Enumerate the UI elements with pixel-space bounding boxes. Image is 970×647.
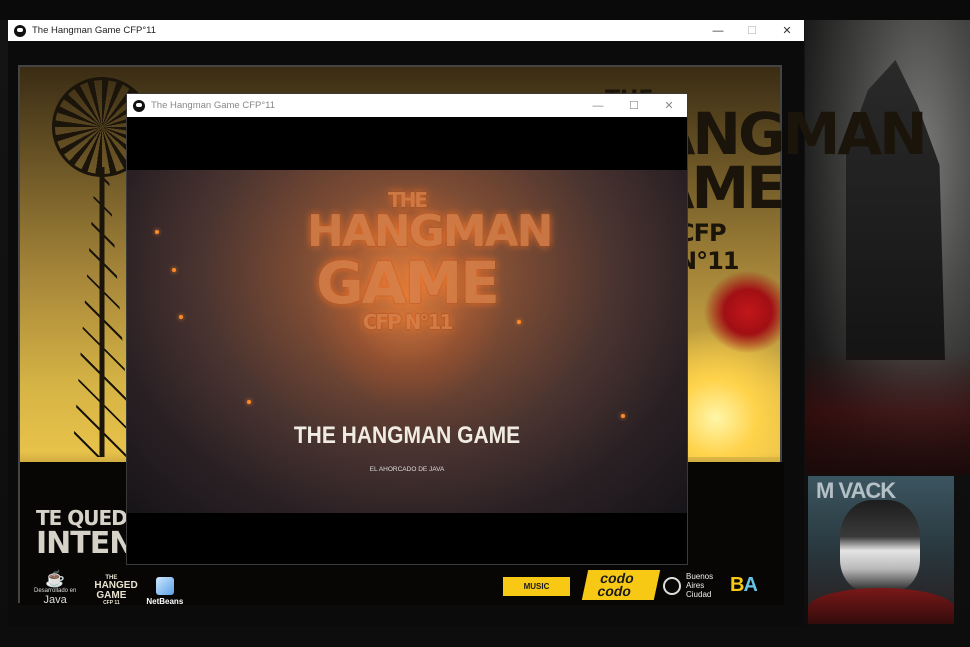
ba-city-line-2: Aires bbox=[686, 581, 705, 590]
buenos-aires-ciudad-logo: Buenos Aires Ciudad bbox=[663, 572, 713, 599]
close-button[interactable]: ✕ bbox=[770, 20, 804, 41]
skull-app-icon bbox=[14, 24, 26, 37]
ba-city-line-1: Buenos bbox=[686, 572, 714, 581]
netbeans-cube-icon bbox=[155, 577, 174, 595]
java-label: Java bbox=[43, 594, 67, 606]
hangman-mini-logo: THE HANGED GAME CFP 11 bbox=[94, 575, 137, 606]
webcam-overlay: M VACK bbox=[808, 476, 954, 624]
streamer-mask bbox=[840, 500, 920, 592]
minimize-button[interactable]: — bbox=[701, 20, 735, 41]
java-logo: ☕ Desarrollado en Java bbox=[34, 571, 76, 607]
main-window-title: The Hangman Game CFP°11 bbox=[32, 25, 157, 36]
wallpaper-fog bbox=[805, 350, 970, 475]
splash-image: THE HANGMAN GAME CFP N°11 THE HANGMAN GA… bbox=[127, 170, 687, 513]
codo-line-2: codo bbox=[596, 583, 633, 599]
footer-logos-left: ☕ Desarrollado en Java THE HANGED GAME C… bbox=[34, 571, 183, 607]
ba-logo: BA bbox=[730, 574, 758, 596]
ba-city-text: Buenos Aires Ciudad bbox=[686, 572, 713, 599]
desktop: The Hangman Game CFP°11 — ☐ ✕ THE HANGMA… bbox=[0, 0, 970, 647]
windmill-tower bbox=[72, 167, 132, 457]
city-seal-icon bbox=[663, 576, 681, 595]
desktop-wallpaper bbox=[805, 20, 970, 475]
splash-window-title: The Hangman Game CFP°11 bbox=[151, 100, 276, 111]
splash-title: THE HANGMAN GAME bbox=[293, 422, 521, 449]
ember-spark bbox=[179, 315, 183, 319]
splash-logo-hangman: HANGMAN bbox=[307, 206, 553, 257]
netbeans-logo: NetBeans bbox=[146, 577, 183, 606]
splash-logo-game: GAME bbox=[316, 249, 500, 317]
splash-close-button[interactable]: ✕ bbox=[652, 94, 686, 117]
music-button[interactable]: MUSIC bbox=[503, 577, 570, 596]
splash-window[interactable]: The Hangman Game CFP°11 — ☐ ✕ THE HANGMA… bbox=[126, 93, 688, 565]
ember-spark bbox=[517, 320, 521, 324]
splash-window-titlebar[interactable]: The Hangman Game CFP°11 — ☐ ✕ bbox=[127, 94, 687, 117]
splash-maximize-button[interactable]: ☐ bbox=[617, 94, 651, 117]
hangman-mini-cfp: CFP 11 bbox=[103, 600, 120, 606]
ember-spark bbox=[247, 400, 251, 404]
netbeans-label: NetBeans bbox=[146, 597, 184, 606]
codo-a-codo-logo: codo codo bbox=[581, 570, 661, 600]
streamer-shoulders bbox=[808, 588, 954, 624]
splash-minimize-button[interactable]: — bbox=[581, 94, 615, 117]
ba-city-line-3: Ciudad bbox=[686, 590, 712, 599]
main-window-titlebar[interactable]: The Hangman Game CFP°11 — ☐ ✕ bbox=[8, 20, 804, 41]
splash-window-content: THE HANGMAN GAME CFP N°11 THE HANGMAN GA… bbox=[127, 117, 687, 564]
maximize-button[interactable]: ☐ bbox=[735, 20, 769, 41]
blood-splatter bbox=[700, 267, 780, 357]
splash-game-logo: THE HANGMAN GAME CFP N°11 bbox=[307, 190, 553, 332]
ember-spark bbox=[172, 268, 176, 272]
java-cup-icon: ☕ bbox=[45, 571, 66, 588]
ember-spark bbox=[155, 230, 159, 234]
splash-subtitle: EL AHORCADO DE JAVA bbox=[369, 466, 445, 473]
skull-app-icon bbox=[133, 99, 145, 112]
ember-spark bbox=[621, 414, 625, 418]
